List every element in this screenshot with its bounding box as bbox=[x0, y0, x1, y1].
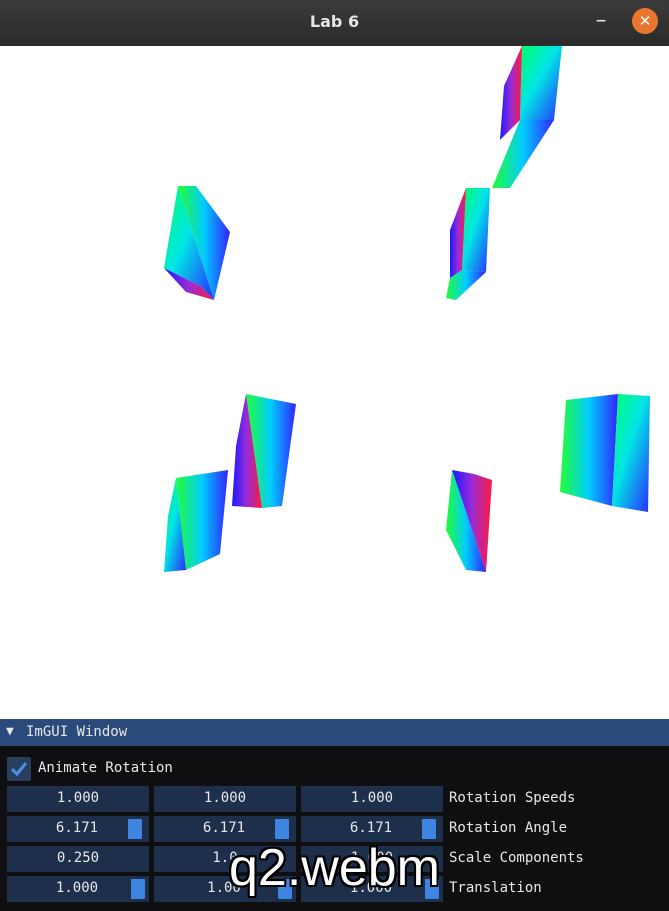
video-filename-overlay: q2.webm bbox=[229, 839, 440, 897]
cube-lower-middle bbox=[446, 470, 492, 572]
render-viewport[interactable] bbox=[0, 46, 669, 719]
close-button[interactable]: ✕ bbox=[632, 8, 658, 34]
imgui-header[interactable]: ▼ ImGUI Window bbox=[0, 719, 669, 746]
check-icon bbox=[10, 762, 28, 777]
minimize-button[interactable]: – bbox=[588, 10, 614, 36]
rotation-angle-label: Rotation Angle bbox=[449, 820, 568, 836]
cube-upper-left bbox=[164, 186, 230, 300]
window-title: Lab 6 bbox=[309, 12, 360, 31]
rotation-speeds-label: Rotation Speeds bbox=[449, 790, 576, 806]
field-value: 1.000 bbox=[350, 790, 394, 806]
cube-top-right bbox=[492, 46, 562, 188]
rotation-speed-z-input[interactable]: 1.000 bbox=[301, 786, 443, 812]
animate-rotation-checkbox[interactable] bbox=[7, 757, 31, 781]
rotation-speed-x-input[interactable]: 1.000 bbox=[7, 786, 149, 812]
field-value: 6.171 bbox=[55, 820, 99, 836]
rotation-speeds-row: 1.000 1.000 1.000 Rotation Speeds bbox=[0, 786, 669, 812]
cube-upper-middle bbox=[446, 188, 490, 300]
title-bar: Lab 6 – ✕ bbox=[0, 0, 669, 46]
rotation-speed-y-input[interactable]: 1.000 bbox=[154, 786, 296, 812]
field-value: 6.171 bbox=[349, 820, 393, 836]
animate-rotation-label: Animate Rotation bbox=[38, 760, 173, 776]
field-value: 1.000 bbox=[56, 790, 100, 806]
field-value: 6.171 bbox=[202, 820, 246, 836]
cube-right bbox=[560, 394, 650, 512]
field-value: 1.000 bbox=[203, 790, 247, 806]
scene-canvas bbox=[164, 46, 650, 572]
imgui-window-title: ImGUI Window bbox=[26, 724, 128, 740]
cube-lower-left-small bbox=[164, 470, 228, 572]
triangle-down-icon[interactable]: ▼ bbox=[6, 724, 14, 739]
cube-lower-left-tall bbox=[232, 394, 296, 508]
